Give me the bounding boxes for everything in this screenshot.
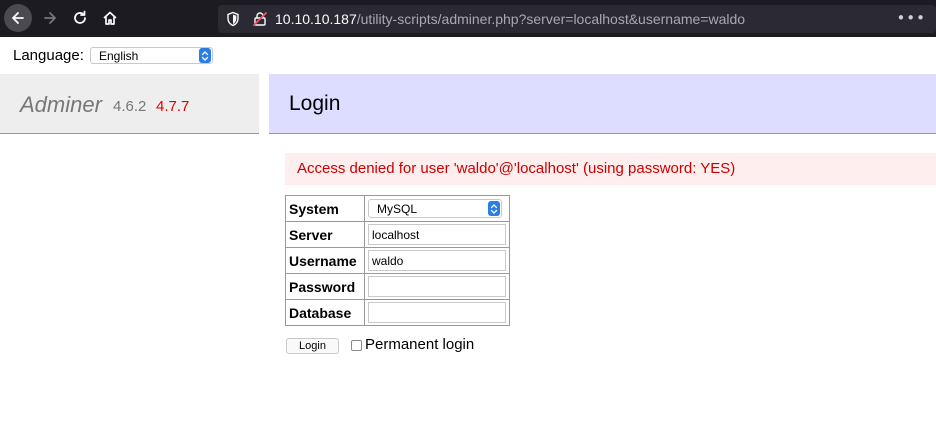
database-cell <box>364 299 510 326</box>
more-actions-icon[interactable]: ••• <box>896 9 926 27</box>
chevron-updown-icon <box>488 201 500 216</box>
url-path: /utility-scripts/adminer.php?server=loca… <box>356 11 746 27</box>
database-input[interactable] <box>368 302 506 323</box>
sidebar-header: Adminer 4.6.2 4.7.7 <box>0 74 259 134</box>
forward-button[interactable] <box>36 4 64 32</box>
permanent-login-label[interactable]: Permanent login <box>365 336 474 353</box>
form-row-system: System MySQL <box>285 195 510 222</box>
home-button[interactable] <box>96 4 124 32</box>
form-row-server: Server localhost <box>285 221 510 248</box>
login-button[interactable]: Login <box>286 338 339 354</box>
language-value: English <box>99 49 139 63</box>
version-text: 4.6.2 <box>113 98 147 115</box>
password-input[interactable] <box>368 276 506 297</box>
system-select[interactable]: MySQL <box>368 199 502 218</box>
password-cell <box>364 273 510 300</box>
url-host: 10.10.10.187 <box>275 11 357 27</box>
back-button[interactable] <box>4 4 32 32</box>
url-text[interactable]: 10.10.10.187/utility-scripts/adminer.php… <box>275 11 745 27</box>
arrow-left-icon <box>12 12 24 24</box>
database-label: Database <box>285 299 365 326</box>
new-version-link[interactable]: 4.7.7 <box>156 98 189 115</box>
form-row-username: Username waldo <box>285 247 510 274</box>
insecure-lock-icon[interactable] <box>252 11 268 27</box>
username-cell: waldo <box>364 247 510 274</box>
adminer-logo-link[interactable]: Adminer <box>20 92 102 118</box>
shield-icon[interactable] <box>226 11 240 27</box>
username-input[interactable]: waldo <box>368 250 506 271</box>
system-cell: MySQL <box>364 195 510 222</box>
chevron-updown-icon <box>199 48 211 63</box>
home-icon <box>103 11 117 25</box>
form-row-database: Database <box>285 299 510 326</box>
server-input[interactable]: localhost <box>368 224 506 245</box>
error-text: Access denied for user 'waldo'@'localhos… <box>297 160 736 177</box>
system-value: MySQL <box>377 202 418 216</box>
password-label: Password <box>285 273 365 300</box>
arrow-right-icon <box>44 12 56 24</box>
username-label: Username <box>285 247 365 274</box>
language-select[interactable]: English <box>90 47 213 64</box>
reload-button[interactable] <box>66 4 94 32</box>
browser-toolbar: 10.10.10.187/utility-scripts/adminer.php… <box>0 0 936 37</box>
system-label: System <box>285 195 365 222</box>
reload-icon <box>74 10 86 24</box>
content-header: Login <box>269 74 936 134</box>
login-table: System MySQL Server localhost Username w… <box>285 195 510 326</box>
error-message: Access denied for user 'waldo'@'localhos… <box>285 153 936 185</box>
address-bar[interactable]: 10.10.10.187/utility-scripts/adminer.php… <box>218 5 936 33</box>
language-label: Language: <box>13 47 84 64</box>
server-cell: localhost <box>364 221 510 248</box>
permanent-login-checkbox[interactable] <box>351 340 362 351</box>
page-title: Login <box>289 92 341 115</box>
server-label: Server <box>285 221 365 248</box>
username-value: waldo <box>372 254 404 268</box>
page: 10.10.10.187/utility-scripts/adminer.php… <box>0 0 936 432</box>
server-value: localhost <box>372 228 420 242</box>
form-row-password: Password <box>285 273 510 300</box>
